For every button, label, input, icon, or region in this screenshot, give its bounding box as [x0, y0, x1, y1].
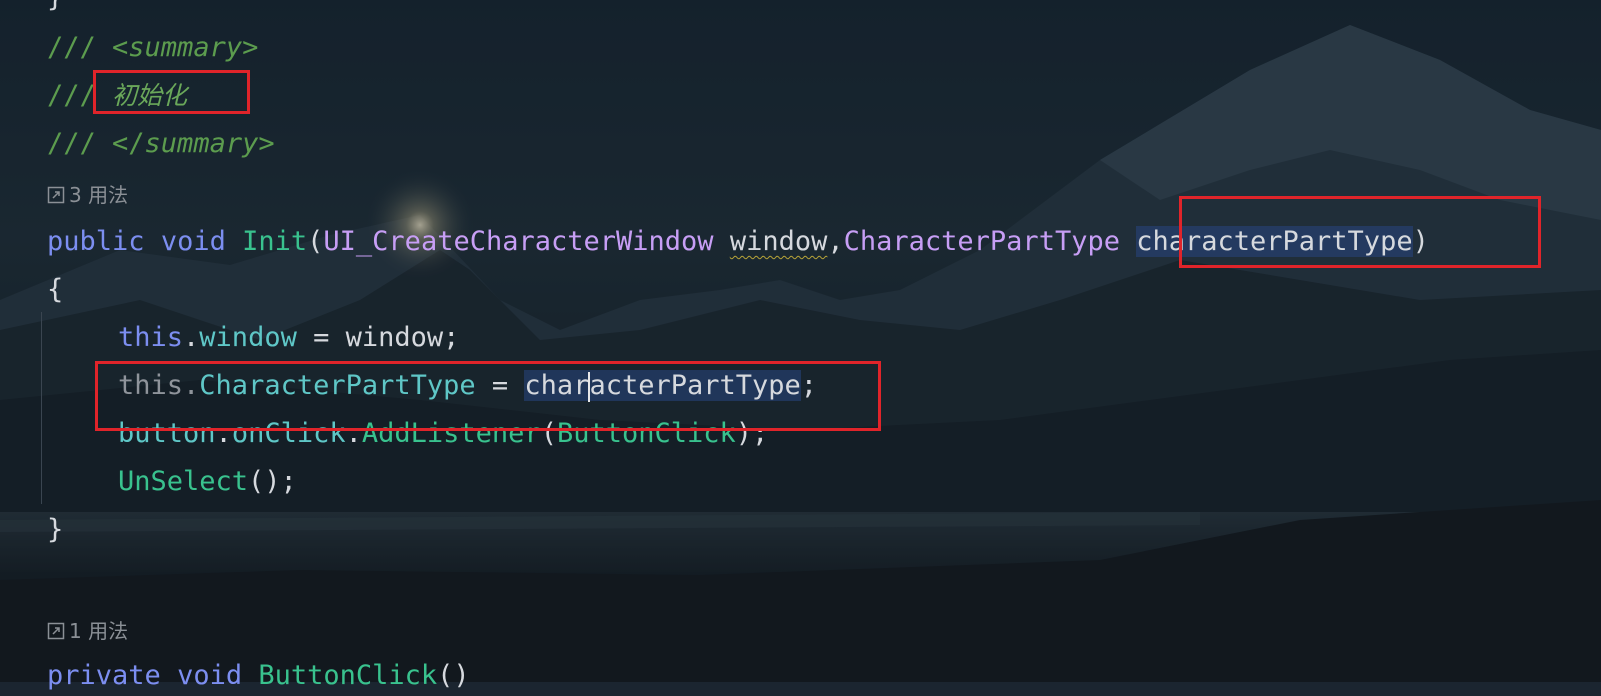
- doc-comment-prefix: ///: [47, 128, 113, 159]
- keyword-void: void: [177, 660, 243, 691]
- external-link-icon: [47, 186, 65, 204]
- close-brace: }: [47, 514, 64, 545]
- code-editor[interactable]: } /// <summary> /// 初始化 /// </summary> 3…: [0, 0, 1601, 691]
- open-paren: (: [307, 226, 324, 257]
- parens: (): [437, 660, 470, 691]
- dot: .: [183, 322, 200, 353]
- open-brace: {: [47, 274, 64, 305]
- doc-tag-name: summary: [128, 32, 243, 63]
- field-name[interactable]: window: [199, 322, 297, 353]
- doc-tag-open-bracket: </: [112, 128, 145, 159]
- external-link-icon: [47, 622, 65, 640]
- usage-hint-text: 1 用法: [69, 619, 129, 643]
- code-line-close-brace: }: [47, 510, 63, 550]
- keyword-void: void: [160, 226, 226, 257]
- usage-hint-text: 3 用法: [69, 183, 129, 207]
- code-line-stmt-unselect: UnSelect();: [118, 462, 297, 502]
- keyword-this: this: [118, 322, 184, 353]
- doc-tag-open-bracket: <: [112, 32, 129, 63]
- annotation-box-assignment: [95, 361, 881, 431]
- assignment-rest: = window;: [296, 322, 460, 353]
- indent-guide: [41, 312, 42, 504]
- param-type[interactable]: CharacterPartType: [844, 226, 1120, 257]
- doc-comment-prefix: ///: [47, 32, 113, 63]
- keyword-private: private: [47, 660, 161, 691]
- code-line-stmt-window: this.window = window;: [118, 318, 459, 358]
- call-parens: ();: [248, 466, 297, 497]
- code-line-doc-close: /// </summary>: [47, 124, 275, 164]
- doc-tag-name: summary: [144, 128, 259, 159]
- doc-tag-close-bracket: >: [258, 128, 275, 159]
- usage-hint[interactable]: 1 用法: [47, 618, 128, 644]
- code-line-next-signature: private void ButtonClick(): [47, 656, 470, 696]
- method-name[interactable]: Init: [242, 226, 307, 257]
- keyword-public: public: [47, 226, 145, 257]
- annotation-box-doc-text: [93, 70, 250, 114]
- method-call[interactable]: UnSelect: [118, 466, 248, 497]
- usage-hint[interactable]: 3 用法: [47, 182, 128, 208]
- annotation-box-param: [1179, 196, 1541, 268]
- doc-tag-close-bracket: >: [242, 32, 259, 63]
- code-line-brace-partial: }: [47, 0, 63, 18]
- code-line-doc-open: /// <summary>: [47, 28, 258, 68]
- comma: ,: [827, 226, 844, 257]
- param-type[interactable]: UI_CreateCharacterWindow: [323, 226, 713, 257]
- method-name[interactable]: ButtonClick: [258, 660, 437, 691]
- param-name-warning[interactable]: window: [730, 226, 828, 257]
- code-line-open-brace: {: [47, 270, 63, 310]
